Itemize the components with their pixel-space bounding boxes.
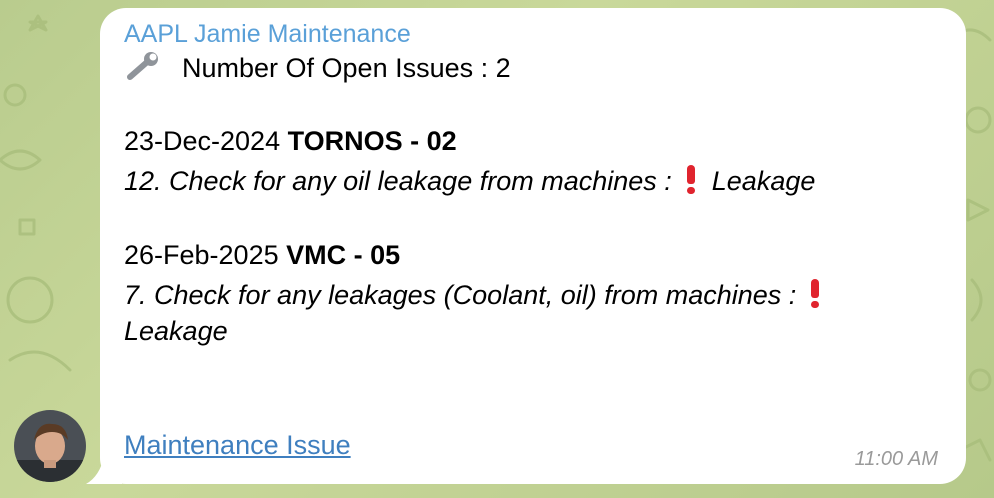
- open-issues-text: Number Of Open Issues : 2: [182, 53, 511, 83]
- issue-1-detail: 12. Check for any oil leakage from machi…: [124, 164, 815, 197]
- issue-2-status-line: Leakage: [124, 316, 228, 347]
- issue-2-title: 26-Feb-2025 VMC - 05: [124, 240, 400, 271]
- issue-1-status: Leakage: [711, 166, 816, 196]
- avatar[interactable]: [14, 410, 86, 482]
- message-timestamp: 11:00 AM: [854, 448, 938, 470]
- maintenance-issue-link[interactable]: Maintenance Issue: [124, 430, 351, 461]
- issue-1-machine: TORNOS - 02: [287, 126, 457, 156]
- issue-2-machine: VMC - 05: [286, 240, 401, 270]
- issue-2-detail: 7. Check for any leakages (Coolant, oil)…: [124, 278, 836, 311]
- issue-2-date: 26-Feb-2025: [124, 240, 279, 270]
- sender-name[interactable]: AAPL Jamie Maintenance: [124, 20, 411, 49]
- exclamation-icon: [808, 278, 822, 308]
- avatar-portrait-icon: [14, 410, 86, 482]
- issue-2-check: 7. Check for any leakages (Coolant, oil)…: [124, 280, 797, 310]
- issue-1-date: 23-Dec-2024: [124, 126, 281, 156]
- message-bubble: AAPL Jamie Maintenance Number Of Open Is…: [100, 8, 966, 484]
- open-issues-header: Number Of Open Issues : 2: [124, 51, 511, 84]
- issue-2-status: Leakage: [124, 316, 228, 346]
- exclamation-icon: [684, 164, 698, 194]
- issue-1-title: 23-Dec-2024 TORNOS - 02: [124, 126, 457, 157]
- issue-1-check: 12. Check for any oil leakage from machi…: [124, 166, 672, 196]
- wrench-icon: [124, 51, 164, 81]
